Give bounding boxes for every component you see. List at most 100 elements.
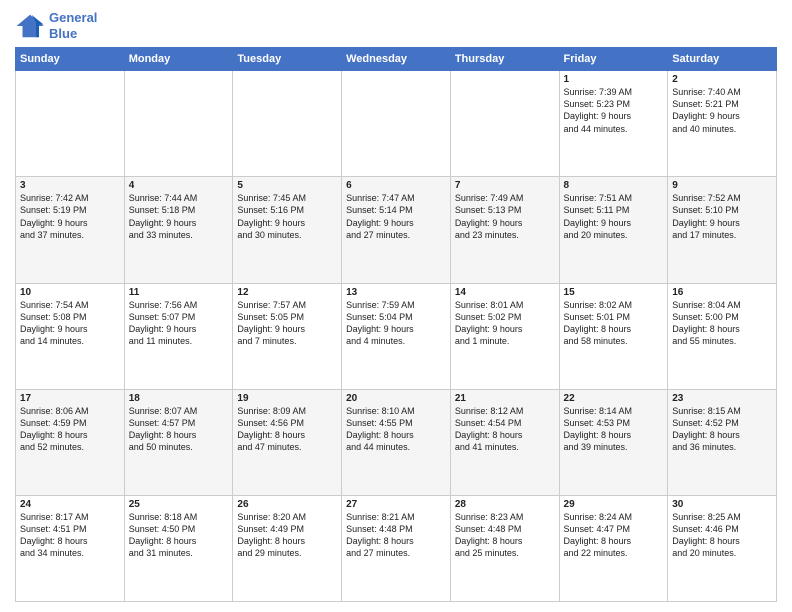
day-info: Sunrise: 7:42 AM Sunset: 5:19 PM Dayligh… bbox=[20, 192, 120, 241]
day-number: 25 bbox=[129, 499, 229, 510]
calendar-week-1: 1Sunrise: 7:39 AM Sunset: 5:23 PM Daylig… bbox=[16, 71, 777, 177]
calendar-cell: 26Sunrise: 8:20 AM Sunset: 4:49 PM Dayli… bbox=[233, 495, 342, 601]
day-number: 6 bbox=[346, 180, 446, 191]
calendar-cell: 21Sunrise: 8:12 AM Sunset: 4:54 PM Dayli… bbox=[450, 389, 559, 495]
logo-text: General Blue bbox=[49, 10, 97, 41]
day-number: 19 bbox=[237, 393, 337, 404]
day-number: 24 bbox=[20, 499, 120, 510]
calendar-cell bbox=[16, 71, 125, 177]
calendar-cell bbox=[450, 71, 559, 177]
day-info: Sunrise: 7:44 AM Sunset: 5:18 PM Dayligh… bbox=[129, 192, 229, 241]
calendar-cell: 11Sunrise: 7:56 AM Sunset: 5:07 PM Dayli… bbox=[124, 283, 233, 389]
calendar-cell: 29Sunrise: 8:24 AM Sunset: 4:47 PM Dayli… bbox=[559, 495, 668, 601]
day-info: Sunrise: 7:40 AM Sunset: 5:21 PM Dayligh… bbox=[672, 86, 772, 135]
day-number: 17 bbox=[20, 393, 120, 404]
day-info: Sunrise: 7:52 AM Sunset: 5:10 PM Dayligh… bbox=[672, 192, 772, 241]
day-number: 9 bbox=[672, 180, 772, 191]
col-header-wednesday: Wednesday bbox=[342, 48, 451, 71]
col-header-thursday: Thursday bbox=[450, 48, 559, 71]
logo: General Blue bbox=[15, 10, 97, 41]
day-number: 7 bbox=[455, 180, 555, 191]
day-info: Sunrise: 8:15 AM Sunset: 4:52 PM Dayligh… bbox=[672, 405, 772, 454]
header: General Blue bbox=[15, 10, 777, 41]
calendar-week-5: 24Sunrise: 8:17 AM Sunset: 4:51 PM Dayli… bbox=[16, 495, 777, 601]
day-info: Sunrise: 8:18 AM Sunset: 4:50 PM Dayligh… bbox=[129, 511, 229, 560]
calendar-week-3: 10Sunrise: 7:54 AM Sunset: 5:08 PM Dayli… bbox=[16, 283, 777, 389]
day-info: Sunrise: 8:01 AM Sunset: 5:02 PM Dayligh… bbox=[455, 299, 555, 348]
day-number: 27 bbox=[346, 499, 446, 510]
day-number: 3 bbox=[20, 180, 120, 191]
day-number: 14 bbox=[455, 287, 555, 298]
day-info: Sunrise: 7:47 AM Sunset: 5:14 PM Dayligh… bbox=[346, 192, 446, 241]
day-number: 1 bbox=[564, 74, 664, 85]
calendar-cell: 24Sunrise: 8:17 AM Sunset: 4:51 PM Dayli… bbox=[16, 495, 125, 601]
day-number: 2 bbox=[672, 74, 772, 85]
day-number: 8 bbox=[564, 180, 664, 191]
calendar-cell: 22Sunrise: 8:14 AM Sunset: 4:53 PM Dayli… bbox=[559, 389, 668, 495]
col-header-saturday: Saturday bbox=[668, 48, 777, 71]
calendar-cell: 4Sunrise: 7:44 AM Sunset: 5:18 PM Daylig… bbox=[124, 177, 233, 283]
calendar-cell: 28Sunrise: 8:23 AM Sunset: 4:48 PM Dayli… bbox=[450, 495, 559, 601]
calendar-cell: 5Sunrise: 7:45 AM Sunset: 5:16 PM Daylig… bbox=[233, 177, 342, 283]
day-number: 4 bbox=[129, 180, 229, 191]
calendar-cell: 10Sunrise: 7:54 AM Sunset: 5:08 PM Dayli… bbox=[16, 283, 125, 389]
day-number: 11 bbox=[129, 287, 229, 298]
col-header-friday: Friday bbox=[559, 48, 668, 71]
day-info: Sunrise: 8:14 AM Sunset: 4:53 PM Dayligh… bbox=[564, 405, 664, 454]
day-info: Sunrise: 8:06 AM Sunset: 4:59 PM Dayligh… bbox=[20, 405, 120, 454]
calendar-cell: 9Sunrise: 7:52 AM Sunset: 5:10 PM Daylig… bbox=[668, 177, 777, 283]
calendar-cell: 18Sunrise: 8:07 AM Sunset: 4:57 PM Dayli… bbox=[124, 389, 233, 495]
day-number: 18 bbox=[129, 393, 229, 404]
day-number: 10 bbox=[20, 287, 120, 298]
calendar-cell: 12Sunrise: 7:57 AM Sunset: 5:05 PM Dayli… bbox=[233, 283, 342, 389]
day-info: Sunrise: 7:49 AM Sunset: 5:13 PM Dayligh… bbox=[455, 192, 555, 241]
calendar-cell: 15Sunrise: 8:02 AM Sunset: 5:01 PM Dayli… bbox=[559, 283, 668, 389]
calendar-cell: 13Sunrise: 7:59 AM Sunset: 5:04 PM Dayli… bbox=[342, 283, 451, 389]
day-info: Sunrise: 8:25 AM Sunset: 4:46 PM Dayligh… bbox=[672, 511, 772, 560]
calendar-cell bbox=[233, 71, 342, 177]
day-info: Sunrise: 7:51 AM Sunset: 5:11 PM Dayligh… bbox=[564, 192, 664, 241]
day-info: Sunrise: 8:24 AM Sunset: 4:47 PM Dayligh… bbox=[564, 511, 664, 560]
logo-icon bbox=[15, 11, 45, 41]
day-number: 21 bbox=[455, 393, 555, 404]
day-info: Sunrise: 8:09 AM Sunset: 4:56 PM Dayligh… bbox=[237, 405, 337, 454]
day-number: 16 bbox=[672, 287, 772, 298]
calendar-cell: 2Sunrise: 7:40 AM Sunset: 5:21 PM Daylig… bbox=[668, 71, 777, 177]
calendar-cell: 20Sunrise: 8:10 AM Sunset: 4:55 PM Dayli… bbox=[342, 389, 451, 495]
day-number: 5 bbox=[237, 180, 337, 191]
day-info: Sunrise: 7:59 AM Sunset: 5:04 PM Dayligh… bbox=[346, 299, 446, 348]
calendar-cell bbox=[124, 71, 233, 177]
calendar-cell: 16Sunrise: 8:04 AM Sunset: 5:00 PM Dayli… bbox=[668, 283, 777, 389]
calendar-week-4: 17Sunrise: 8:06 AM Sunset: 4:59 PM Dayli… bbox=[16, 389, 777, 495]
day-info: Sunrise: 7:54 AM Sunset: 5:08 PM Dayligh… bbox=[20, 299, 120, 348]
calendar-cell: 3Sunrise: 7:42 AM Sunset: 5:19 PM Daylig… bbox=[16, 177, 125, 283]
day-number: 26 bbox=[237, 499, 337, 510]
col-header-monday: Monday bbox=[124, 48, 233, 71]
day-info: Sunrise: 8:20 AM Sunset: 4:49 PM Dayligh… bbox=[237, 511, 337, 560]
day-info: Sunrise: 8:21 AM Sunset: 4:48 PM Dayligh… bbox=[346, 511, 446, 560]
page: General Blue SundayMondayTuesdayWednesda… bbox=[0, 0, 792, 612]
day-info: Sunrise: 7:39 AM Sunset: 5:23 PM Dayligh… bbox=[564, 86, 664, 135]
calendar-cell: 7Sunrise: 7:49 AM Sunset: 5:13 PM Daylig… bbox=[450, 177, 559, 283]
day-info: Sunrise: 8:17 AM Sunset: 4:51 PM Dayligh… bbox=[20, 511, 120, 560]
calendar-header-row: SundayMondayTuesdayWednesdayThursdayFrid… bbox=[16, 48, 777, 71]
day-number: 28 bbox=[455, 499, 555, 510]
calendar-cell: 19Sunrise: 8:09 AM Sunset: 4:56 PM Dayli… bbox=[233, 389, 342, 495]
day-number: 23 bbox=[672, 393, 772, 404]
calendar-cell: 1Sunrise: 7:39 AM Sunset: 5:23 PM Daylig… bbox=[559, 71, 668, 177]
calendar-cell bbox=[342, 71, 451, 177]
calendar-week-2: 3Sunrise: 7:42 AM Sunset: 5:19 PM Daylig… bbox=[16, 177, 777, 283]
day-number: 22 bbox=[564, 393, 664, 404]
day-info: Sunrise: 8:23 AM Sunset: 4:48 PM Dayligh… bbox=[455, 511, 555, 560]
day-number: 30 bbox=[672, 499, 772, 510]
calendar-cell: 17Sunrise: 8:06 AM Sunset: 4:59 PM Dayli… bbox=[16, 389, 125, 495]
day-info: Sunrise: 8:12 AM Sunset: 4:54 PM Dayligh… bbox=[455, 405, 555, 454]
day-info: Sunrise: 8:07 AM Sunset: 4:57 PM Dayligh… bbox=[129, 405, 229, 454]
day-number: 13 bbox=[346, 287, 446, 298]
day-info: Sunrise: 8:04 AM Sunset: 5:00 PM Dayligh… bbox=[672, 299, 772, 348]
calendar-cell: 25Sunrise: 8:18 AM Sunset: 4:50 PM Dayli… bbox=[124, 495, 233, 601]
calendar-cell: 8Sunrise: 7:51 AM Sunset: 5:11 PM Daylig… bbox=[559, 177, 668, 283]
day-info: Sunrise: 8:02 AM Sunset: 5:01 PM Dayligh… bbox=[564, 299, 664, 348]
col-header-tuesday: Tuesday bbox=[233, 48, 342, 71]
day-number: 12 bbox=[237, 287, 337, 298]
